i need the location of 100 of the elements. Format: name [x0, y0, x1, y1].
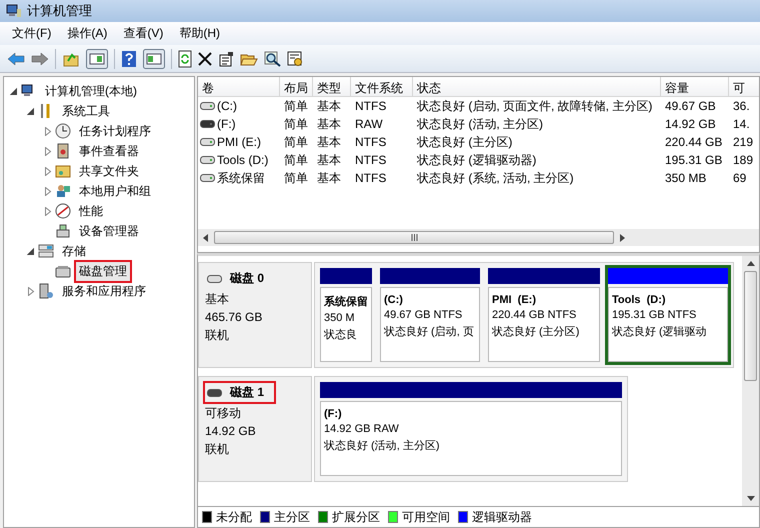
- pane-toggle-icon[interactable]: [143, 48, 165, 68]
- tree-item[interactable]: 磁盘管理: [74, 260, 132, 282]
- legend-label: 逻辑驱动器: [472, 508, 532, 526]
- clock-icon: [55, 123, 71, 139]
- removable-drive-icon: [207, 388, 222, 396]
- column-header[interactable]: 卷: [198, 77, 280, 96]
- table-cell: NTFS: [355, 171, 386, 185]
- scroll-left-icon[interactable]: [203, 234, 209, 242]
- collapsed-arrow-icon[interactable]: [42, 206, 52, 216]
- partition-status: 状态良好 (主分区): [492, 324, 580, 339]
- tree-item[interactable]: 服务和应用程序: [57, 280, 151, 302]
- table-cell: 14.92 GB: [665, 117, 716, 131]
- disk-label[interactable]: 磁盘 0: [203, 267, 268, 290]
- table-cell: 状态良好 (逻辑驱动器): [417, 152, 536, 166]
- tree-item[interactable]: 存储: [57, 240, 91, 262]
- table-cell: NTFS: [355, 153, 386, 167]
- column-header[interactable]: 可: [729, 77, 759, 96]
- table-cell: 49.67 GB: [665, 99, 716, 113]
- tree-item[interactable]: 性能: [74, 200, 108, 222]
- magnifier-icon[interactable]: [264, 50, 281, 66]
- partition-block[interactable]: Tools (D:) 195.31 GB NTFS 状态良好 (逻辑驱动: [605, 265, 731, 365]
- table-cell: 350 MB: [665, 171, 706, 185]
- menu-item[interactable]: 查看(V): [117, 23, 170, 44]
- drive-icon: [207, 274, 222, 282]
- table-cell: NTFS: [355, 135, 386, 149]
- table-cell: 189: [733, 153, 754, 167]
- collapsed-arrow-icon[interactable]: [42, 186, 52, 196]
- drive-icon: [200, 102, 215, 110]
- table-cell: 简单: [284, 98, 308, 112]
- partition-name: PMI (E:): [492, 294, 536, 306]
- scroll-down-icon[interactable]: [746, 496, 754, 501]
- tree-item[interactable]: 计算机管理(本地): [40, 80, 142, 102]
- disk-info-panel[interactable]: 磁盘 1 可移动 14.92 GB 联机: [198, 376, 312, 482]
- table-cell: 基本: [317, 98, 341, 112]
- table-cell: 69: [733, 171, 746, 185]
- menu-item[interactable]: 帮助(H): [173, 23, 226, 44]
- table-cell: (C:): [217, 99, 237, 113]
- tree-item[interactable]: 任务计划程序: [74, 120, 156, 142]
- tree-item[interactable]: 本地用户和组: [74, 180, 156, 202]
- tree-item[interactable]: 设备管理器: [74, 220, 144, 242]
- disk-label[interactable]: 磁盘 1: [203, 381, 276, 404]
- column-header[interactable]: 布局: [280, 77, 313, 96]
- scroll-up-icon[interactable]: [746, 261, 754, 266]
- collapsed-arrow-icon[interactable]: [42, 146, 52, 156]
- table-cell: 36.: [733, 99, 750, 113]
- column-header[interactable]: 状态: [413, 77, 661, 96]
- tree-item[interactable]: 共享文件夹: [74, 160, 144, 182]
- table-cell: 状态良好 (启动, 页面文件, 故障转储, 主分区): [417, 98, 652, 112]
- refresh-icon[interactable]: [178, 50, 192, 68]
- collapsed-arrow-icon[interactable]: [26, 286, 34, 296]
- log-book-icon: [55, 143, 71, 159]
- collapsed-arrow-icon[interactable]: [42, 166, 52, 176]
- partition-status: 状态良好 (启动, 页: [384, 324, 474, 339]
- tree-item[interactable]: 事件查看器: [74, 140, 144, 162]
- disk-drive-icon: [55, 263, 71, 279]
- vertical-scrollbar[interactable]: [742, 256, 759, 506]
- drive-icon: [200, 138, 215, 146]
- table-cell: 219: [733, 135, 754, 149]
- drive-icon: [200, 156, 215, 164]
- table-cell: 状态良好 (主分区): [417, 134, 512, 148]
- table-cell: NTFS: [355, 99, 386, 113]
- help-icon[interactable]: [121, 50, 137, 68]
- table-cell: PMI (E:): [217, 135, 261, 149]
- horizontal-scrollbar[interactable]: [198, 229, 759, 246]
- table-cell: Tools (D:): [217, 153, 268, 167]
- window-title: 计算机管理: [27, 2, 92, 20]
- disk-type: 基本: [204, 291, 230, 308]
- tree-item[interactable]: 系统工具: [57, 100, 115, 122]
- table-cell: 220.44 GB: [665, 135, 722, 149]
- properties-icon[interactable]: [218, 50, 234, 66]
- back-arrow-icon[interactable]: [7, 50, 25, 66]
- grip-icon: [410, 234, 418, 241]
- column-header[interactable]: 文件系统: [351, 77, 413, 96]
- disk-type: 可移动: [204, 405, 242, 422]
- disk-size: 14.92 GB: [204, 423, 257, 440]
- table-cell: RAW: [355, 117, 383, 131]
- expanded-arrow-icon[interactable]: [8, 86, 18, 96]
- pane-toggle-icon[interactable]: [86, 48, 108, 68]
- drive-icon: [200, 174, 215, 182]
- scroll-right-icon[interactable]: [619, 234, 625, 242]
- settings-icon[interactable]: [287, 50, 303, 66]
- menu-item[interactable]: 文件(F): [6, 23, 58, 44]
- menu-item[interactable]: 操作(A): [61, 23, 114, 44]
- folder-up-icon[interactable]: [62, 50, 80, 66]
- disk-info-panel[interactable]: 磁盘 0 基本 465.76 GB 联机: [198, 262, 312, 368]
- table-cell: 简单: [284, 152, 308, 166]
- shared-folder-icon: [55, 163, 71, 179]
- users-icon: [55, 183, 71, 199]
- expanded-arrow-icon[interactable]: [26, 106, 34, 116]
- partition-status: 状态良: [324, 328, 357, 342]
- table-cell: 195.31 GB: [665, 153, 722, 167]
- column-header[interactable]: 类型: [313, 77, 351, 96]
- table-cell: 14.: [733, 117, 750, 131]
- partition-status: 状态良好 (逻辑驱动: [612, 324, 707, 339]
- collapsed-arrow-icon[interactable]: [42, 126, 52, 136]
- partition-size: 350 M: [324, 312, 355, 324]
- delete-icon[interactable]: [198, 52, 212, 66]
- partition-size: 14.92 GB RAW: [324, 423, 399, 435]
- expanded-arrow-icon[interactable]: [26, 246, 34, 256]
- column-header[interactable]: 容量: [661, 77, 729, 96]
